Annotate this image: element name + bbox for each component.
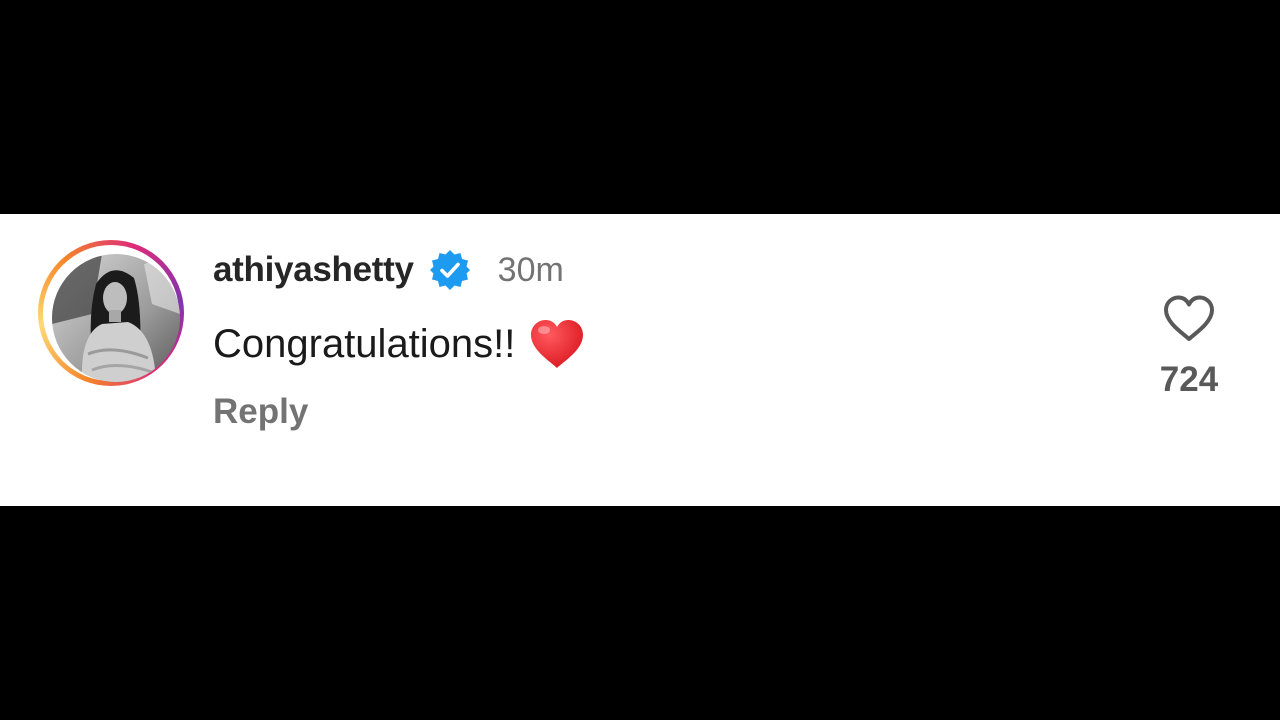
avatar-ring-gap <box>43 245 180 382</box>
like-block: 724 <box>1150 294 1228 400</box>
avatar-photo <box>52 254 180 382</box>
verified-badge-icon <box>428 248 472 292</box>
comment-text-row: Congratulations!! <box>213 318 585 370</box>
comment-meta: athiyashetty 30m <box>213 248 585 292</box>
screenshot-frame: athiyashetty 30m Congratulations!! Reply… <box>0 0 1280 720</box>
reply-button[interactable]: Reply <box>213 392 585 432</box>
comment-body: athiyashetty 30m Congratulations!! Reply <box>213 248 585 432</box>
timestamp: 30m <box>497 250 564 289</box>
comment-card: athiyashetty 30m Congratulations!! Reply… <box>0 214 1280 506</box>
username[interactable]: athiyashetty <box>213 250 414 290</box>
red-heart-emoji-icon <box>529 318 585 370</box>
avatar-story-ring[interactable] <box>38 240 184 386</box>
like-count: 724 <box>1159 360 1219 399</box>
comment-text: Congratulations!! <box>213 321 516 366</box>
heart-outline-icon[interactable] <box>1162 294 1216 344</box>
avatar <box>52 254 180 382</box>
